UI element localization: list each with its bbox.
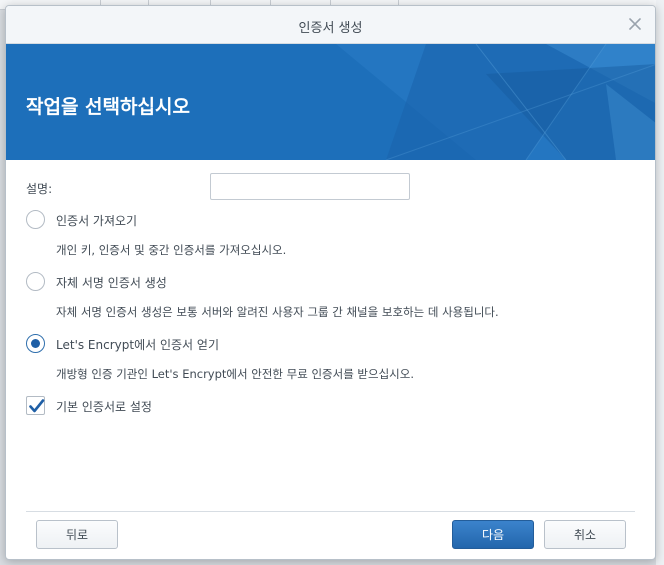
footer-divider: [26, 511, 635, 512]
option-label: Let's Encrypt에서 인증서 얻기: [56, 338, 219, 352]
description-input[interactable]: [210, 173, 410, 200]
background-app-edge: [656, 0, 664, 565]
dialog-title: 인증서 생성: [298, 21, 363, 36]
radio-import-certificate[interactable]: [26, 210, 45, 229]
checkmark-icon: [29, 399, 45, 413]
create-certificate-dialog: 인증서 생성 작업을 선택하십시오 설명: 인증서 가져오기 개인 키, 인증서…: [5, 5, 656, 560]
option-label: 자체 서명 인증서 생성: [56, 276, 167, 290]
wizard-banner: 작업을 선택하십시오: [6, 44, 655, 160]
option-help-text: 자체 서명 인증서 생성은 보통 서버와 알려진 사용자 그룹 간 채널을 보호…: [56, 305, 499, 319]
cancel-button[interactable]: 취소: [544, 520, 626, 549]
option-help-text: 개인 키, 인증서 및 중간 인증서를 가져오십시오.: [56, 243, 287, 257]
close-icon[interactable]: [625, 14, 645, 34]
description-label: 설명:: [26, 182, 53, 196]
back-button[interactable]: 뒤로: [36, 520, 118, 549]
default-certificate-checkbox[interactable]: [26, 396, 45, 415]
radio-lets-encrypt[interactable]: [26, 334, 45, 353]
next-button[interactable]: 다음: [452, 520, 534, 549]
dialog-titlebar: 인증서 생성: [6, 6, 655, 44]
option-help-text: 개방형 인증 기관인 Let's Encrypt에서 안전한 무료 인증서를 받…: [56, 367, 414, 381]
option-label: 인증서 가져오기: [56, 214, 138, 228]
wizard-heading: 작업을 선택하십시오: [26, 96, 190, 118]
radio-self-signed[interactable]: [26, 272, 45, 291]
default-certificate-label: 기본 인증서로 설정: [56, 400, 152, 414]
